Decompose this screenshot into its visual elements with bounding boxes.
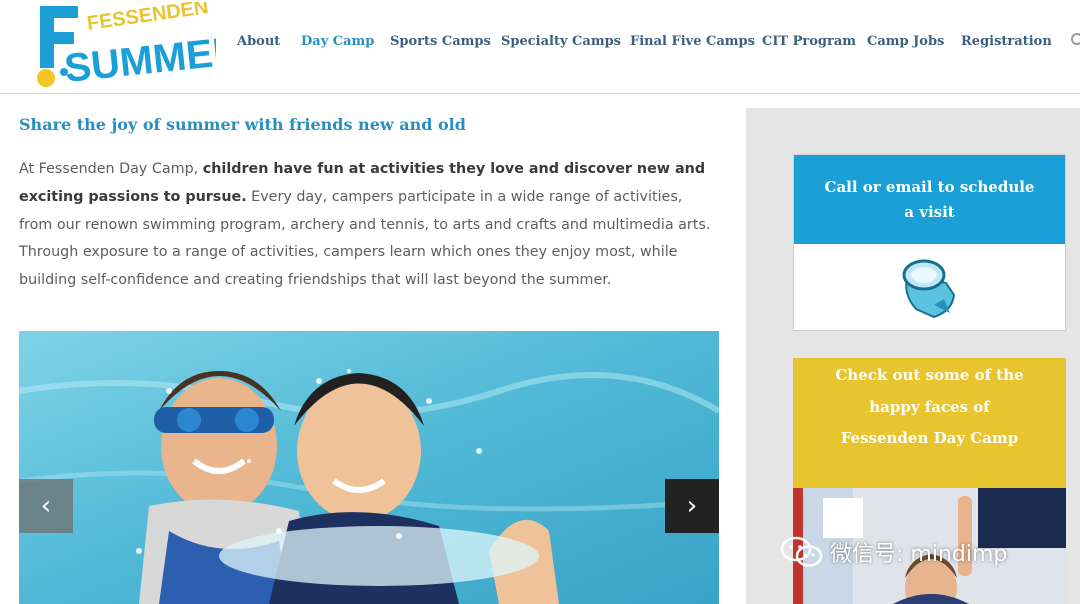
sidebar: Call or email to schedule a visit Check … (746, 108, 1080, 604)
happy-faces-line-2: happy faces of (869, 397, 990, 416)
pool-photo (19, 331, 719, 604)
slider-next-button[interactable]: › (665, 479, 719, 533)
nav-camp-jobs[interactable]: Camp Jobs (867, 34, 944, 49)
watermark-text: 微信号: mindimp (830, 542, 1008, 567)
page-headline: Share the joy of summer with friends new… (19, 115, 466, 134)
nav-registration[interactable]: Registration (961, 34, 1052, 49)
wechat-icon (780, 536, 823, 567)
wechat-watermark: 微信号: mindimp (780, 532, 1007, 572)
happy-faces-line-3: Fessenden Day Camp (840, 429, 1019, 447)
main-nav: About Day Camp Sports Camps Specialty Ca… (0, 34, 1080, 52)
nav-specialty-camps[interactable]: Specialty Camps (501, 34, 621, 49)
nav-cit-program[interactable]: CIT Program (762, 34, 856, 49)
slider-prev-button[interactable]: ‹ (19, 479, 73, 533)
nav-final-five-camps[interactable]: Final Five Camps (630, 34, 755, 49)
site-header: FESSENDEN SUMMER About Day Camp Sports C… (0, 0, 1080, 94)
nav-day-camp[interactable]: Day Camp (301, 34, 374, 49)
schedule-visit-card[interactable]: Call or email to schedule a visit (793, 154, 1066, 331)
schedule-visit-title: Call or email to schedule a visit (824, 177, 1035, 221)
intro-lead: At Fessenden Day Camp, (19, 161, 203, 177)
nav-sports-camps[interactable]: Sports Camps (390, 34, 491, 49)
intro-paragraph: At Fessenden Day Camp, children have fun… (19, 156, 719, 295)
search-icon[interactable] (1070, 32, 1080, 48)
photo-slider[interactable]: ‹ › (19, 331, 719, 604)
watch-icon (902, 259, 956, 319)
nav-about[interactable]: About (237, 34, 280, 49)
happy-faces-line-1: Check out some of the (835, 366, 1024, 384)
schedule-visit-header: Call or email to schedule a visit (794, 155, 1065, 244)
logo-top-text: FESSENDEN (86, 2, 210, 35)
happy-faces-title: Check out some of the happy faces of Fes… (793, 360, 1066, 455)
